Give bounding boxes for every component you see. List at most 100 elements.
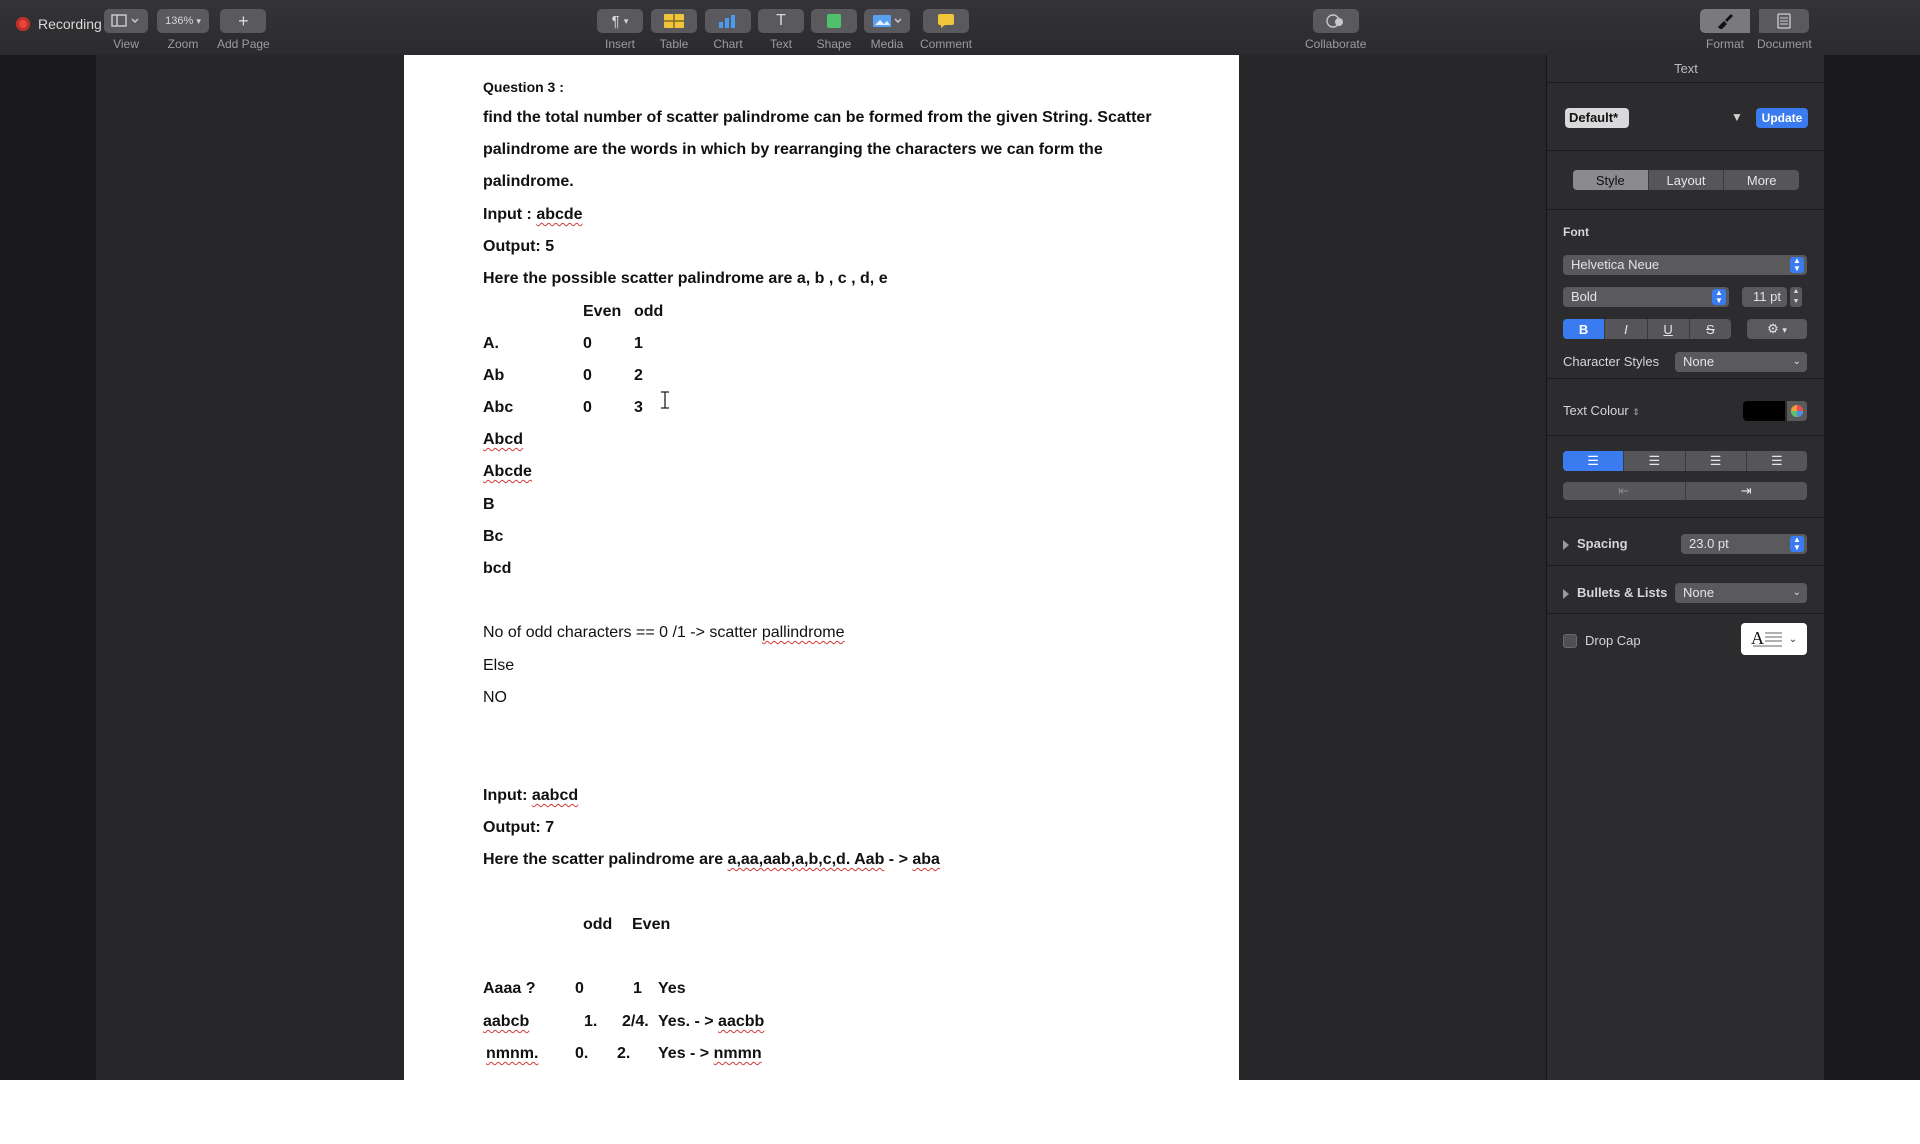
explanation-text: Here the scatter palindrome are — [483, 851, 728, 868]
bold-button[interactable]: B — [1563, 319, 1606, 339]
disclosure-triangle-icon[interactable] — [1563, 540, 1569, 550]
disclosure-triangle-icon[interactable] — [1563, 589, 1569, 599]
character-styles-label: Character Styles — [1563, 354, 1660, 369]
view-button[interactable]: View — [104, 9, 148, 51]
document-label: Document — [1757, 37, 1812, 51]
table1-row-even: 0 — [583, 399, 592, 416]
document-page[interactable]: Question 3 : find the total number of sc… — [404, 55, 1239, 1080]
document-button[interactable]: Document — [1757, 9, 1812, 51]
svg-text:A: A — [1751, 628, 1764, 648]
comment-label: Comment — [920, 37, 973, 51]
rule-line: No of odd characters == 0 /1 -> scatter … — [483, 623, 845, 643]
align-center-icon[interactable]: ☰ — [1624, 451, 1686, 471]
chevron-down-icon[interactable]: ▼ — [1731, 110, 1743, 124]
table1-row-even: 0 — [583, 335, 592, 352]
advanced-options-button[interactable]: ⚙ ▾ — [1747, 319, 1807, 339]
font-family-select[interactable]: Helvetica Neue ▲ ▼ — [1563, 255, 1807, 275]
sidebar-icon — [104, 9, 148, 33]
view-label: View — [113, 37, 139, 51]
recording-label: Recording — [38, 16, 102, 32]
drop-cap-label: Drop Cap — [1585, 633, 1641, 648]
input-value: abcde — [536, 206, 583, 223]
drop-cap-style-picker[interactable]: A ⌄ — [1741, 623, 1807, 655]
insert-button[interactable]: ¶ ▾ Insert — [597, 9, 643, 51]
tab-layout[interactable]: Layout — [1649, 170, 1725, 190]
insert-label: Insert — [604, 37, 635, 51]
font-weight-select[interactable]: Bold ▲ ▼ — [1563, 287, 1729, 307]
rule-no: NO — [483, 689, 507, 706]
update-style-button[interactable]: Update — [1756, 108, 1808, 128]
word-item: Abcde — [483, 463, 532, 480]
character-styles-select[interactable]: None ⌄ — [1675, 352, 1807, 372]
updown-icon: ▲ ▼ — [1790, 257, 1804, 273]
text-box-button[interactable]: T Text — [758, 9, 804, 51]
collaborate-button[interactable]: Collaborate — [1305, 9, 1366, 51]
table1-row-even: 0 — [583, 367, 592, 384]
inspector-tabs: Style Layout More — [1573, 170, 1799, 190]
add-page-button[interactable]: + Add Page — [217, 9, 270, 51]
media-button[interactable]: Media — [864, 9, 910, 51]
explanation-result: aba — [912, 851, 940, 868]
result-text: Yes — [658, 980, 686, 997]
chevron-down-icon: ⌄ — [1788, 633, 1798, 645]
explanation-list: a,aa,aab,a,b,c,d. Aab — [727, 851, 885, 868]
text-colour-label[interactable]: Text Colour ⇕ — [1563, 403, 1640, 418]
rule-text: No of odd characters == 0 /1 -> scatter — [483, 624, 762, 641]
colour-wheel-button[interactable] — [1787, 401, 1807, 421]
table1-row-odd: 1 — [634, 335, 643, 352]
table-button[interactable]: Table — [651, 9, 697, 51]
zoom-select[interactable]: 136% ▾ — [157, 9, 209, 33]
underline-button[interactable]: U — [1648, 319, 1690, 339]
format-button[interactable]: Format — [1700, 9, 1750, 51]
align-right-icon[interactable]: ☰ — [1686, 451, 1747, 471]
table1-row-odd: 2 — [634, 367, 643, 384]
strikethrough-button[interactable]: S — [1690, 319, 1731, 339]
text-label: Text — [769, 37, 792, 51]
increase-indent-icon[interactable]: ⇥ — [1686, 482, 1808, 500]
media-icon — [864, 9, 910, 33]
recording-indicator[interactable]: Recording — [16, 16, 102, 32]
shape-button[interactable]: Shape — [811, 9, 857, 51]
table2-row-even: 2. — [617, 1045, 631, 1062]
decrease-indent-icon[interactable]: ⇤ — [1563, 482, 1686, 500]
bullets-lists-label: Bullets & Lists — [1577, 585, 1668, 600]
table2-row-result: Yes - > nmmn — [658, 1044, 762, 1064]
table1-header-even: Even — [583, 303, 622, 320]
chart-icon — [705, 9, 751, 33]
bullets-lists-select[interactable]: None ⌄ — [1675, 583, 1807, 603]
table2-row-word: Aaaa ? — [483, 980, 536, 997]
rule-misspelled-word: pallindrome — [761, 624, 845, 641]
explanation-line-2: Here the scatter palindrome are a,aa,aab… — [483, 850, 940, 870]
tab-style[interactable]: Style — [1573, 170, 1649, 190]
divider — [1547, 613, 1825, 614]
text-cursor-icon — [661, 391, 669, 409]
text-colour-text: Text Colour — [1563, 403, 1629, 418]
chart-button[interactable]: Chart — [705, 9, 751, 51]
alignment-buttons: ☰ ☰ ☰ ☰ — [1563, 451, 1807, 471]
comment-button[interactable]: Comment — [920, 9, 972, 51]
zoom-control[interactable]: 136% ▾ Zoom — [157, 9, 209, 51]
toolbar: Recording View 136% ▾ Zoom + Add Page ¶ … — [0, 0, 1920, 56]
font-size-field[interactable]: 11 pt — [1742, 287, 1787, 307]
table1-row-word: Abc — [483, 399, 514, 416]
drop-cap-checkbox[interactable] — [1563, 634, 1577, 648]
text-colour-well[interactable] — [1743, 401, 1785, 421]
table2-row-word: aabcb — [483, 1013, 530, 1030]
word-item: Abcd — [483, 431, 523, 448]
table1-row-odd: 3 — [634, 399, 643, 416]
word-item: Bc — [483, 528, 504, 545]
align-justify-icon[interactable]: ☰ — [1747, 451, 1807, 471]
question-title: Question 3 : — [483, 79, 564, 95]
spacing-select[interactable]: 23.0 pt ▲ ▼ — [1681, 534, 1807, 554]
align-left-icon[interactable]: ☰ — [1563, 451, 1625, 471]
inspector-header: Text — [1674, 61, 1698, 76]
paragraph-style-name[interactable]: Default* — [1565, 108, 1629, 128]
paragraph-line: palindrome. — [483, 173, 574, 190]
table2-header-odd: odd — [583, 916, 613, 933]
italic-button[interactable]: I — [1605, 319, 1648, 339]
divider — [1547, 150, 1825, 151]
tab-more[interactable]: More — [1724, 170, 1799, 190]
font-size-stepper[interactable]: ▲ ▼ — [1790, 287, 1802, 307]
table-icon — [651, 9, 697, 33]
input-label: Input: — [483, 787, 532, 804]
